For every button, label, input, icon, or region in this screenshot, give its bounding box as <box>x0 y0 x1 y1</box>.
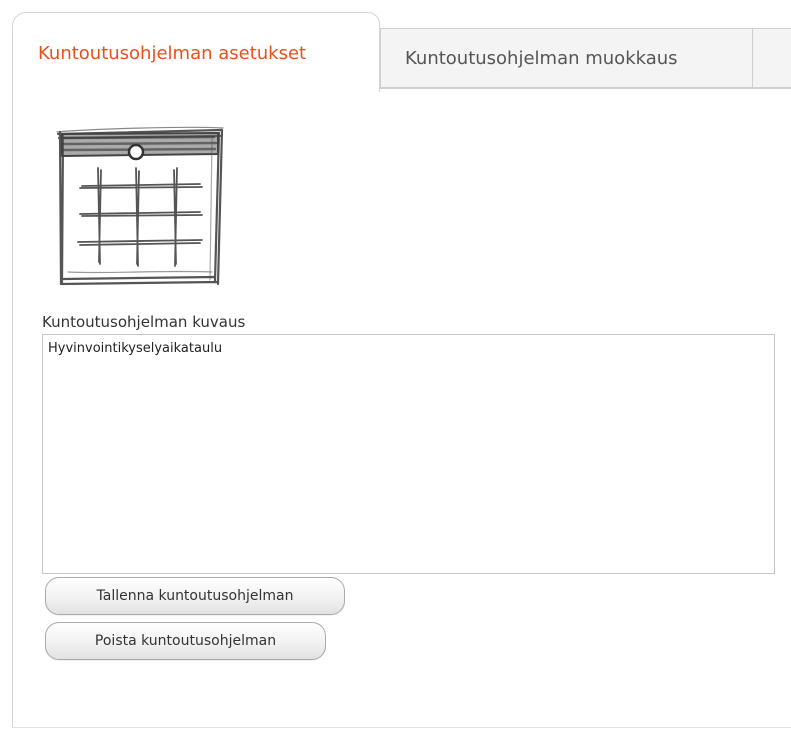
panel-border-bottom <box>12 727 791 728</box>
description-textarea[interactable]: Hyvinvointikyselyaikataulu <box>42 334 775 574</box>
delete-program-button[interactable]: Poista kuntoutusohjelman <box>45 622 326 660</box>
save-program-button[interactable]: Tallenna kuntoutusohjelman <box>45 577 345 615</box>
panel-border-left <box>12 38 13 728</box>
program-settings-page: Kuntoutusohjelman muokkaus Kuntoutusohje… <box>0 0 791 735</box>
calendar-icon <box>56 126 224 286</box>
tab-baseline <box>380 88 791 89</box>
description-label: Kuntoutusohjelman kuvaus <box>42 313 246 331</box>
tab-overflow[interactable] <box>752 28 791 88</box>
tab-program-edit-label: Kuntoutusohjelman muokkaus <box>405 48 678 69</box>
tab-program-settings[interactable]: Kuntoutusohjelman asetukset <box>12 12 380 92</box>
tab-program-edit[interactable]: Kuntoutusohjelman muokkaus <box>380 28 753 88</box>
tab-program-settings-label: Kuntoutusohjelman asetukset <box>38 43 307 64</box>
